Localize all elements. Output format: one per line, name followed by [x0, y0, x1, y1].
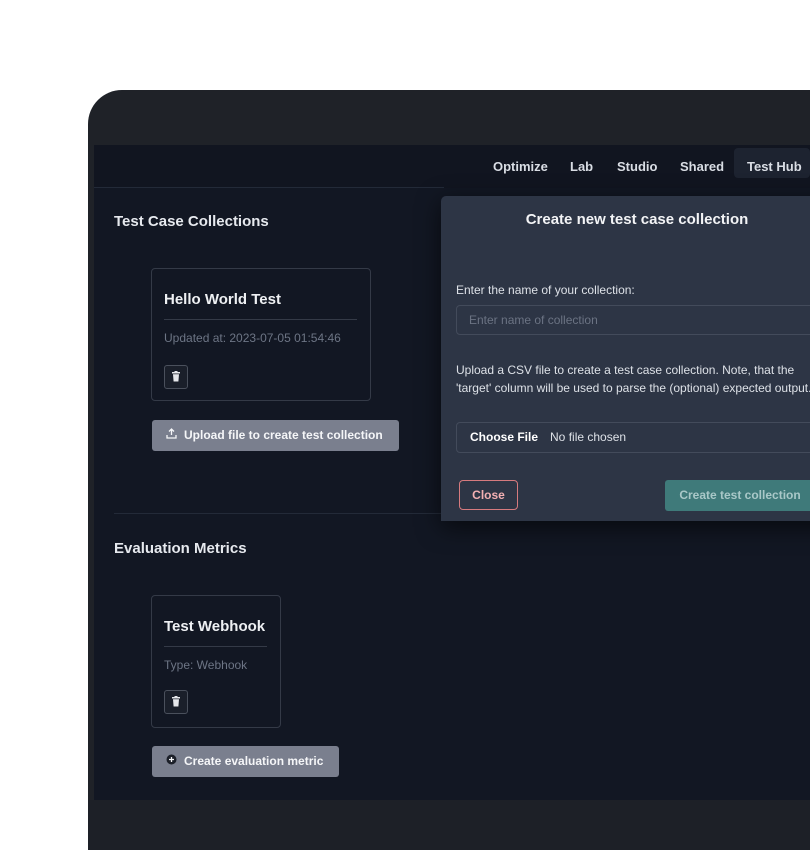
metric-card[interactable]: Test Webhook Type: Webhook: [151, 595, 281, 728]
nav-item-test-hub[interactable]: Test Hub: [747, 159, 802, 174]
nav-item-studio[interactable]: Studio: [617, 159, 657, 174]
create-collection-modal: Create new test case collection ✕ Enter …: [441, 196, 810, 521]
upload-icon: [164, 421, 178, 452]
metrics-title: Evaluation Metrics: [114, 540, 247, 557]
metric-card-title: Test Webhook: [164, 618, 266, 635]
divider: [94, 187, 444, 188]
collection-card-title: Hello World Test: [164, 291, 281, 308]
upload-button-label: Upload file to create test collection: [184, 428, 383, 442]
file-input[interactable]: Choose File No file chosen: [456, 422, 810, 453]
upload-collection-button[interactable]: Upload file to create test collection: [152, 420, 399, 451]
plus-circle-icon: [164, 747, 178, 778]
name-label: Enter the name of your collection:: [456, 283, 635, 297]
collection-name-input[interactable]: Enter name of collection: [456, 305, 810, 335]
choose-file-button[interactable]: Choose File: [470, 430, 538, 444]
upload-help-text: Upload a CSV file to create a test case …: [456, 363, 810, 395]
divider: [114, 513, 444, 514]
nav-item-optimize[interactable]: Optimize: [493, 159, 548, 174]
trash-icon[interactable]: [164, 365, 188, 389]
card-divider: [164, 646, 267, 647]
file-status: No file chosen: [550, 430, 627, 444]
laptop-bottom-bezel: [88, 800, 810, 850]
collection-card[interactable]: Hello World Test Updated at: 2023-07-05 …: [151, 268, 371, 401]
modal-title: Create new test case collection: [525, 211, 749, 228]
nav-item-shared[interactable]: Shared: [680, 159, 724, 174]
card-divider: [164, 319, 357, 320]
create-collection-button[interactable]: Create test collection: [665, 480, 810, 511]
create-metric-button[interactable]: Create evaluation metric: [152, 746, 339, 777]
trash-icon[interactable]: [164, 690, 188, 714]
laptop-frame: Optimize Lab Studio Shared Test Hub Test…: [88, 90, 810, 850]
collections-title: Test Case Collections: [114, 213, 269, 230]
nav-item-lab[interactable]: Lab: [570, 159, 593, 174]
top-nav: Optimize Lab Studio Shared Test Hub: [94, 145, 810, 188]
collection-updated: Updated at: 2023-07-05 01:54:46: [164, 331, 341, 345]
app-screen: Optimize Lab Studio Shared Test Hub Test…: [94, 145, 810, 800]
create-metric-label: Create evaluation metric: [184, 754, 324, 768]
close-button[interactable]: Close: [459, 480, 518, 510]
metric-type: Type: Webhook: [164, 658, 248, 672]
